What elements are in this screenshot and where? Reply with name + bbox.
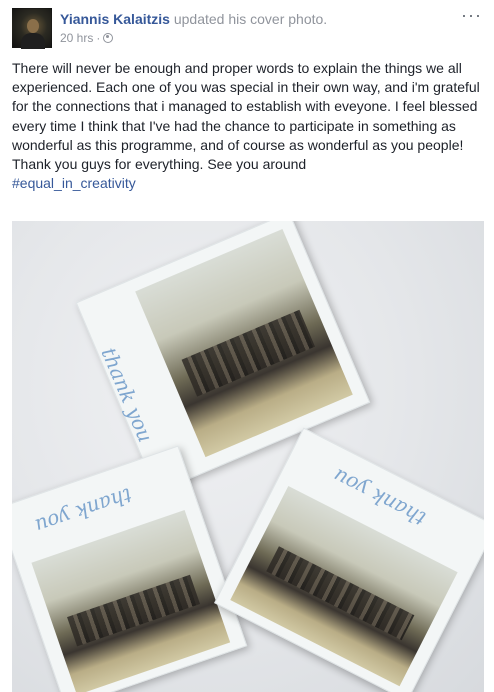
post-headline: Yiannis Kalaitzis updated his cover phot…	[60, 10, 327, 28]
polaroid-caption: thank you	[96, 343, 158, 446]
meta-separator: ·	[96, 31, 101, 45]
post-paragraph: Thank you guys for everything. See you a…	[12, 156, 307, 173]
group-photo	[135, 228, 353, 458]
polaroid-photo: thank you	[214, 427, 484, 692]
author-name-link[interactable]: Yiannis Kalaitzis	[60, 11, 170, 27]
avatar[interactable]	[12, 8, 52, 49]
post-header: Yiannis Kalaitzis updated his cover phot…	[12, 6, 482, 50]
post-meta: 20 hrs ·	[60, 30, 114, 46]
more-options-button[interactable]: ···	[461, 6, 482, 24]
group-photo	[31, 509, 231, 692]
avatar-face	[27, 19, 39, 33]
post-action-text: updated his cover photo.	[173, 11, 328, 27]
cover-photo[interactable]: thank you thank you thank you	[12, 221, 484, 692]
feed-post: Yiannis Kalaitzis updated his cover phot…	[0, 0, 494, 692]
post-text: There will never be enough and proper wo…	[12, 59, 484, 193]
post-timestamp[interactable]: 20 hrs	[60, 30, 93, 46]
hashtag-link[interactable]: #equal_in_creativity	[12, 175, 136, 191]
post-paragraph: There will never be enough and proper wo…	[12, 60, 480, 153]
polaroid-photo: thank you	[12, 445, 248, 692]
polaroid-caption: thank you	[32, 483, 135, 539]
avatar-shoulders	[21, 33, 45, 49]
globe-icon[interactable]	[103, 33, 114, 43]
